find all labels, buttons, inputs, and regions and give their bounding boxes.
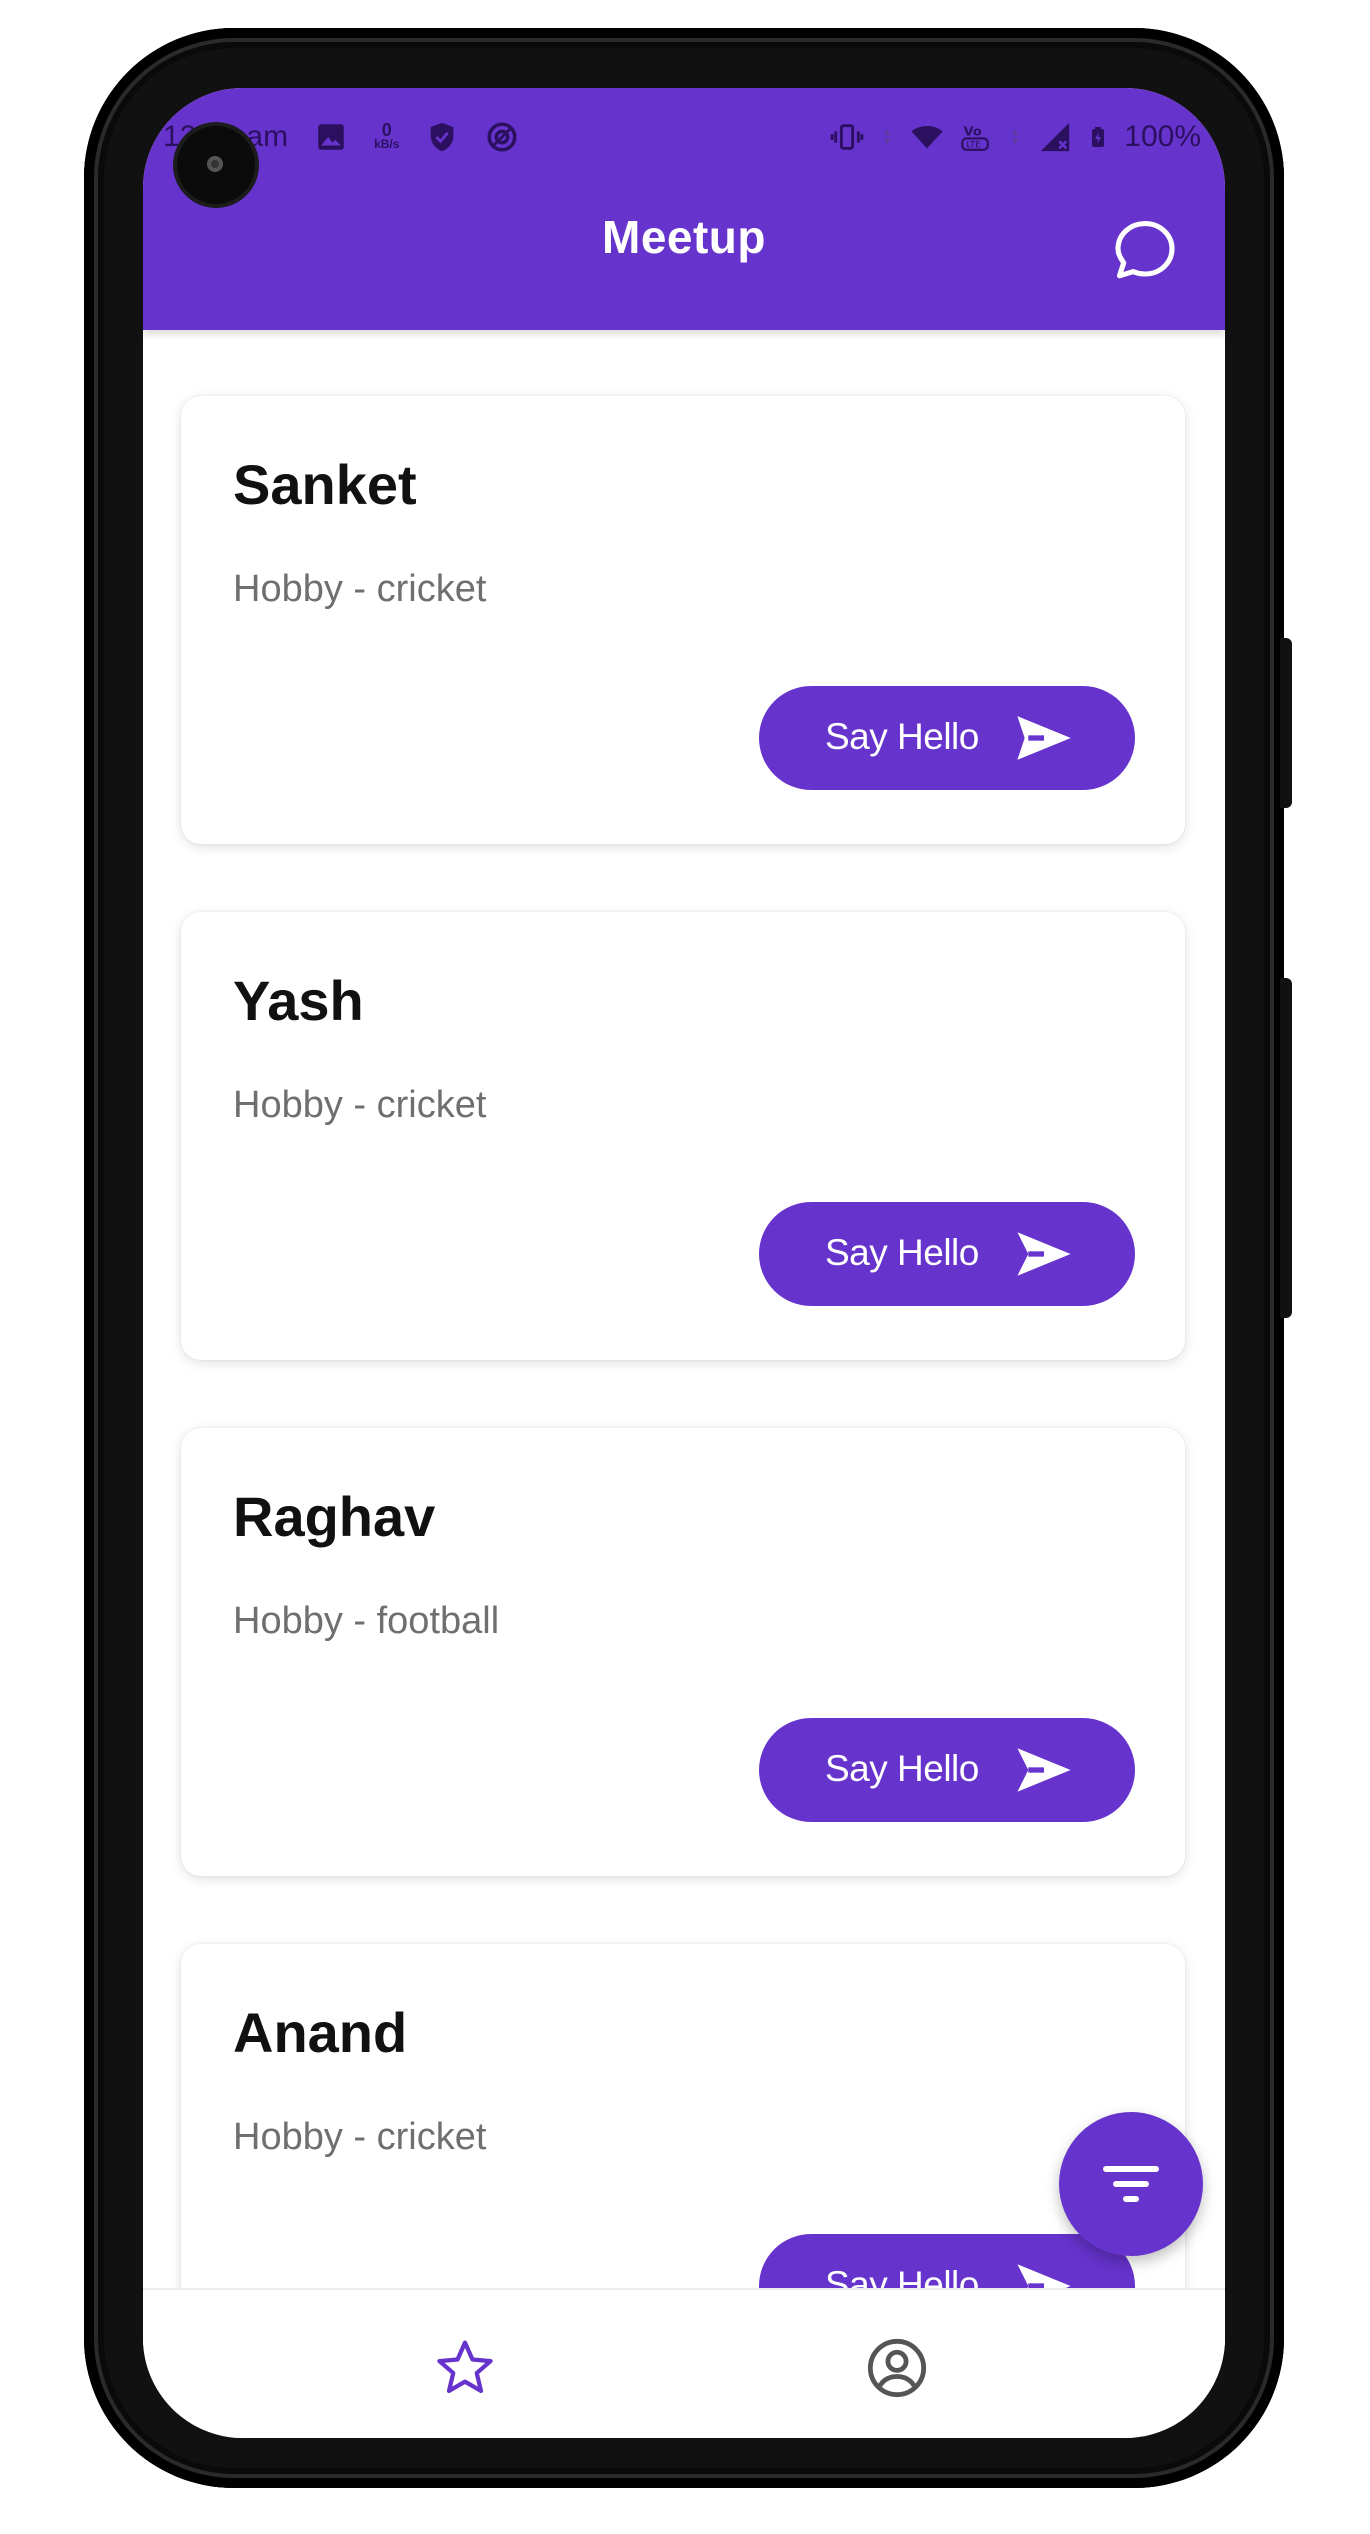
bottom-nav (143, 2288, 1225, 2438)
user-card: Raghav Hobby - football Say Hello (181, 1428, 1185, 1876)
app-bar: 12:24 am 0 kB/s VoLTE 100% Mee (143, 88, 1225, 330)
vibrate-icon (830, 124, 864, 150)
say-hello-label: Say Hello (825, 1748, 979, 1789)
network-speed: 0 kB/s (374, 120, 400, 151)
filter-icon (1103, 2166, 1159, 2202)
battery-percent: 100% (1124, 120, 1201, 153)
wifi-icon (911, 126, 943, 149)
say-hello-button[interactable]: Say Hello (759, 1718, 1135, 1822)
user-name: Sanket (233, 453, 417, 516)
say-hello-label: Say Hello (825, 716, 979, 757)
vpn-icon (487, 122, 517, 152)
data-arrows-icon (1011, 130, 1020, 144)
volume-button (1280, 978, 1292, 1318)
user-hobby: Hobby - football (233, 1600, 500, 1642)
user-hobby: Hobby - cricket (233, 568, 487, 610)
user-list: Sanket Hobby - cricket Say Hello Yash Ho… (143, 330, 1225, 2288)
say-hello-label: Say Hello (825, 2264, 979, 2288)
camera-cutout (177, 126, 255, 204)
chat-bubble-icon[interactable] (1109, 214, 1181, 286)
svg-text:Vo: Vo (964, 125, 982, 140)
status-bar: 12:24 am 0 kB/s VoLTE 100% (143, 114, 1225, 164)
say-hello-button[interactable]: Say Hello (759, 1202, 1135, 1306)
network-speed-unit: kB/s (374, 137, 400, 151)
user-card: Sanket Hobby - cricket Say Hello (181, 396, 1185, 844)
send-icon (1017, 2264, 1071, 2288)
star-icon[interactable] (433, 2336, 497, 2400)
say-hello-label: Say Hello (825, 1232, 979, 1273)
account-icon[interactable] (865, 2336, 929, 2400)
volte-icon: VoLTE (961, 125, 990, 151)
send-icon (1017, 1748, 1071, 1792)
signal-icon (1041, 122, 1070, 152)
gallery-icon (318, 124, 344, 150)
say-hello-button[interactable]: Say Hello (759, 686, 1135, 790)
user-hobby: Hobby - cricket (233, 2116, 487, 2158)
shield-icon (431, 122, 454, 152)
data-arrows-icon (883, 130, 892, 144)
user-name: Anand (233, 2001, 408, 2064)
network-speed-value: 0 (381, 120, 392, 140)
svg-text:LTE: LTE (967, 141, 981, 151)
send-icon (1017, 1232, 1071, 1276)
user-name: Yash (233, 969, 364, 1032)
user-name: Raghav (233, 1485, 436, 1548)
page-title: Meetup (602, 211, 766, 263)
user-card: Yash Hobby - cricket Say Hello (181, 912, 1185, 1360)
send-icon (1017, 716, 1071, 760)
user-hobby: Hobby - cricket (233, 1084, 487, 1126)
screen: 12:24 am 0 kB/s VoLTE 100% Mee (143, 88, 1225, 2438)
power-button (1280, 638, 1292, 808)
say-hello-button[interactable]: Say Hello (759, 2234, 1135, 2288)
battery-icon (1092, 127, 1105, 147)
filter-fab[interactable] (1059, 2112, 1203, 2256)
user-card: Anand Hobby - cricket Say Hello (181, 1944, 1185, 2288)
